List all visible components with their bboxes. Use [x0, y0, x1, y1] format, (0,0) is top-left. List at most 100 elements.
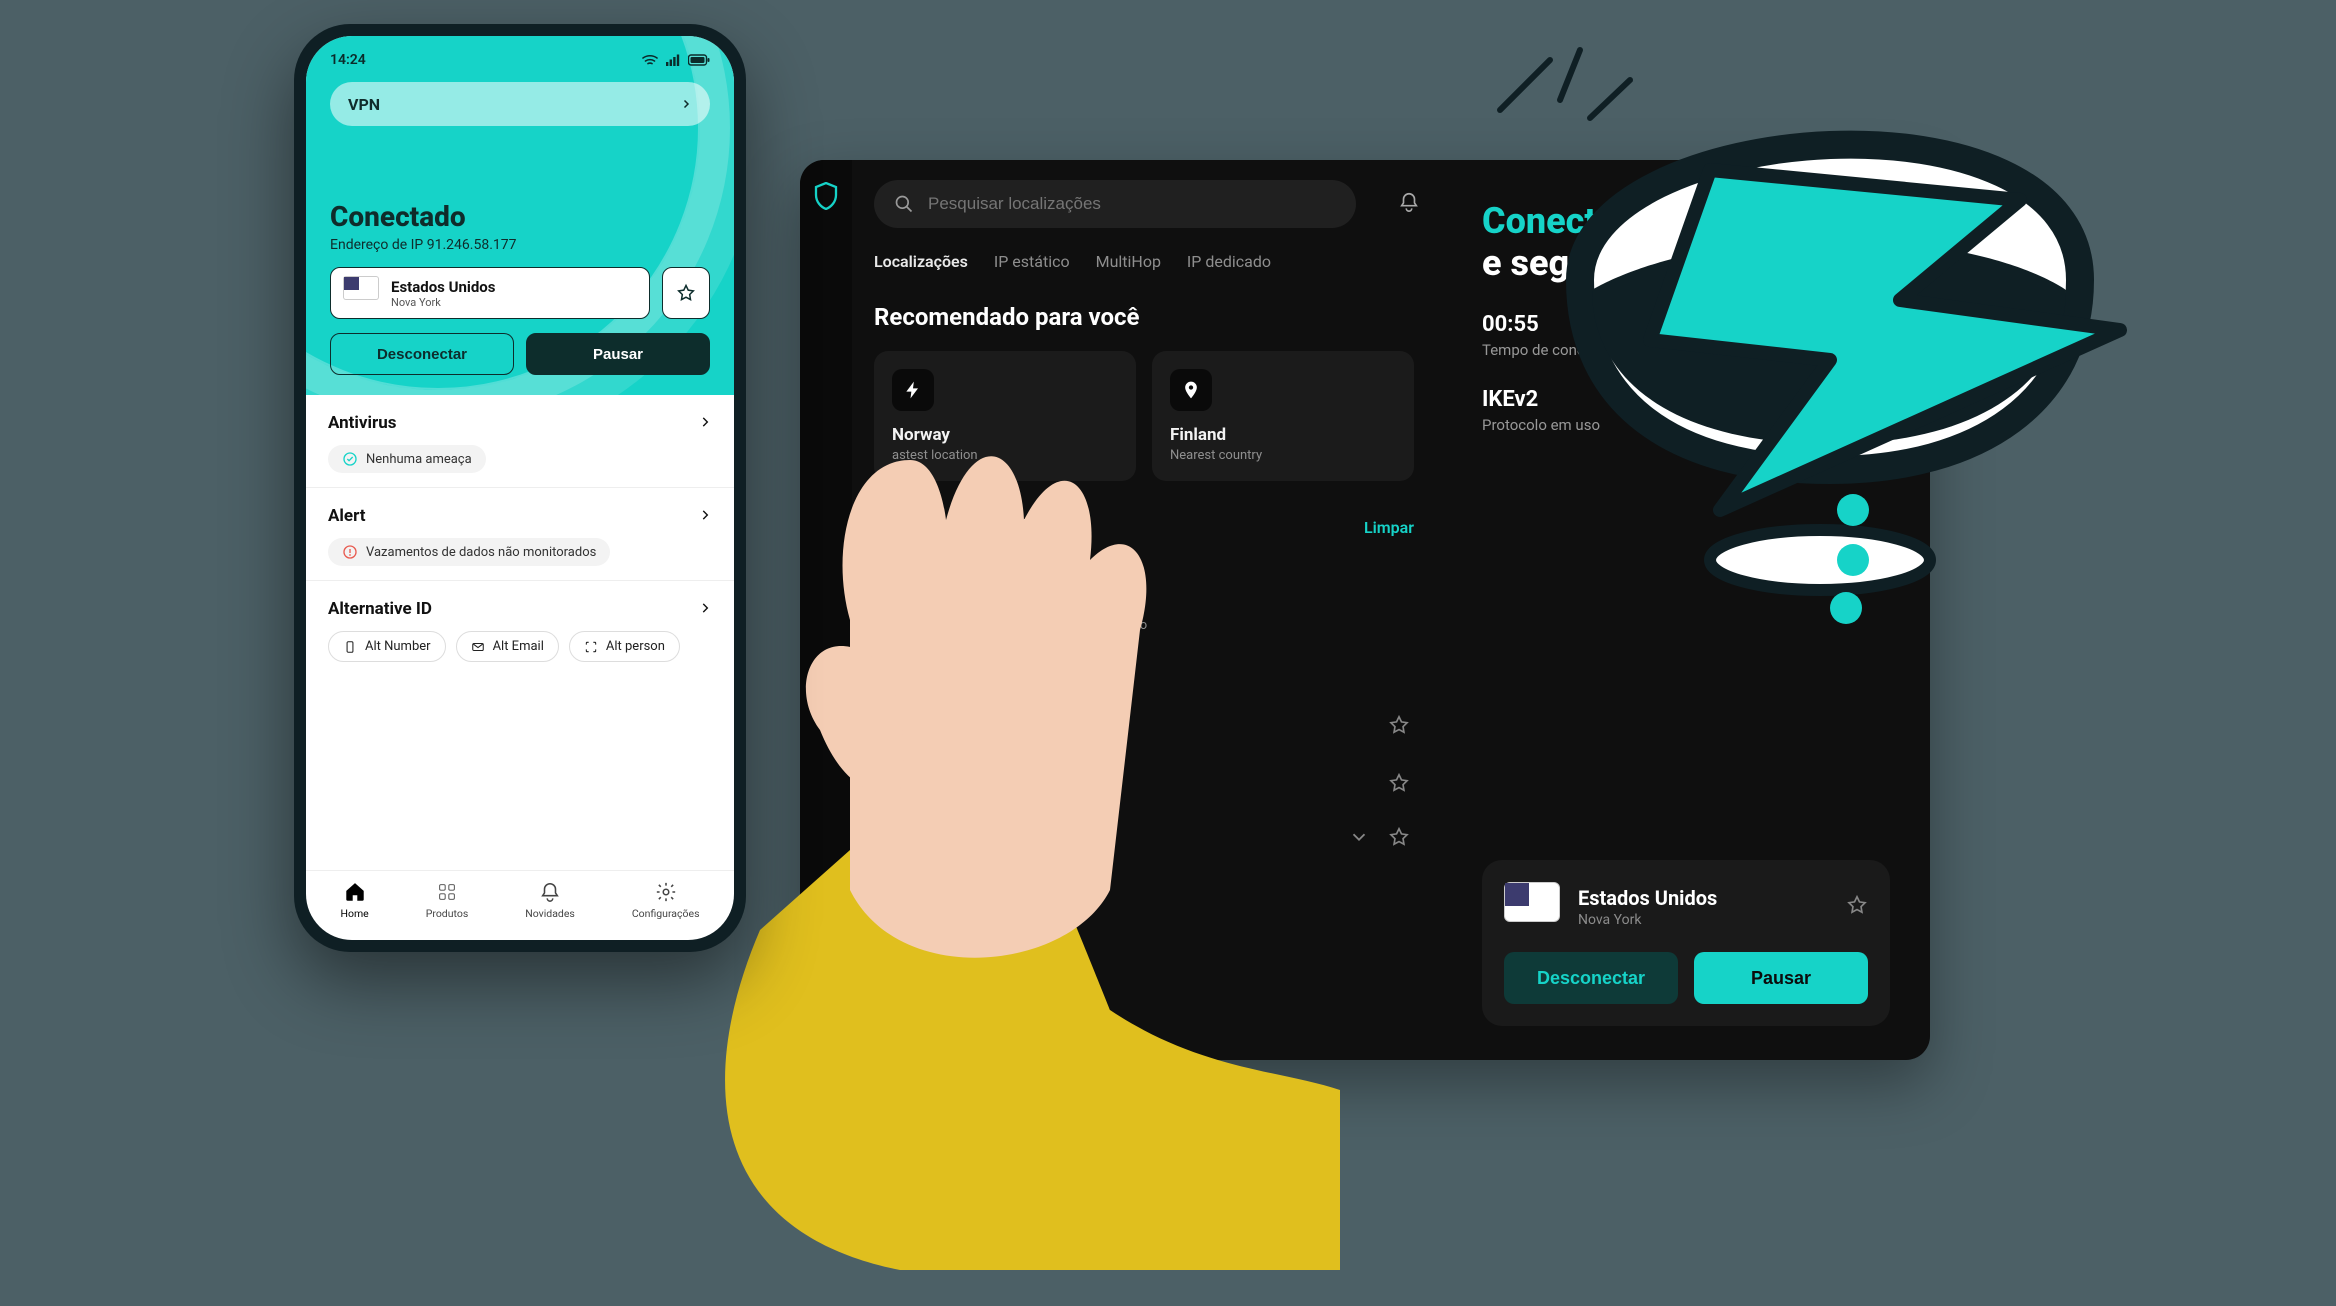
- tab-label: Novidades: [525, 907, 575, 920]
- connected-title-2: e seguro: [1482, 242, 1890, 284]
- chip-label: Alt Email: [493, 639, 544, 654]
- check-circle-icon: [342, 451, 358, 467]
- rec-title: Norway: [892, 425, 1118, 445]
- section-alert[interactable]: Alert Vazamentos de dados não monitorado…: [306, 488, 734, 581]
- tab-label: Home: [340, 907, 368, 920]
- tab-locations[interactable]: Localizações: [874, 252, 968, 271]
- chip-alt-persona[interactable]: Alt person: [569, 631, 680, 662]
- chevron-right-icon: [698, 414, 712, 433]
- location-sub: o virtual: [878, 778, 924, 793]
- chevron-down-icon[interactable]: [1348, 826, 1370, 852]
- tab-label: Configurações: [632, 907, 700, 920]
- flag-us-icon: [1504, 882, 1560, 922]
- status-bar: 14:24: [330, 52, 710, 68]
- section-antivirus[interactable]: Antivirus Nenhuma ameaça: [306, 395, 734, 488]
- disconnect-button[interactable]: Desconectar: [330, 333, 514, 375]
- recent-heading: do recentemente: [874, 515, 1042, 540]
- chip-alt-email[interactable]: Alt Email: [456, 631, 559, 662]
- search-icon: [894, 194, 914, 214]
- locations-heading: ções: [874, 671, 1414, 696]
- clear-button[interactable]: Limpar: [1364, 518, 1414, 537]
- connection-time-label: Tempo de conexão: [1482, 341, 1890, 359]
- recent-sub: Queretaro: [983, 618, 1040, 633]
- search-input[interactable]: [874, 180, 1356, 228]
- chevron-right-icon: [698, 507, 712, 526]
- location-row[interactable]: o virtual: [874, 758, 1414, 812]
- scan-icon: [584, 640, 598, 654]
- recent-name: México: [983, 598, 1040, 616]
- vpn-label: VPN: [348, 95, 380, 114]
- server-country: Estados Unidos: [391, 278, 495, 296]
- chip-label: Alt Number: [365, 639, 431, 654]
- server-card[interactable]: Estados Unidos Nova York: [330, 267, 650, 319]
- connected-title-1: Conectado: [1482, 200, 1890, 242]
- chevron-right-icon: [680, 98, 692, 110]
- alert-status-text: Vazamentos de dados não monitorados: [366, 545, 596, 560]
- tab-static-ip[interactable]: IP estático: [994, 252, 1070, 271]
- alert-heading: Alert: [328, 506, 366, 526]
- recent-item-cl[interactable]: Chile Santiago: [1096, 562, 1147, 633]
- location-name: o Sul: [878, 710, 913, 729]
- phone-connected-title: Conectado: [330, 200, 710, 233]
- star-icon[interactable]: [1846, 894, 1868, 920]
- rec-subtitle: Nearest country: [1170, 448, 1396, 463]
- chip-label: Alt person: [606, 639, 665, 654]
- info-circle-icon: [342, 544, 358, 560]
- shield-icon[interactable]: [814, 182, 838, 214]
- pause-button[interactable]: Pausar: [1694, 952, 1868, 1004]
- phone-screen: 14:24 VPN Conectado Endereço de IP 91.24…: [306, 36, 734, 940]
- star-icon[interactable]: [1388, 772, 1410, 798]
- protocol: IKEv2: [1482, 387, 1890, 412]
- tab-settings[interactable]: Configurações: [632, 881, 700, 920]
- star-icon[interactable]: [1388, 826, 1410, 852]
- current-server-card: Estados Unidos Nova York Desconectar Pau…: [1482, 860, 1890, 1026]
- altid-heading: Alternative ID: [328, 599, 432, 619]
- tab-dedicated[interactable]: IP dedicado: [1187, 252, 1271, 271]
- location-row[interactable]: o Sul burgo: [874, 696, 1414, 758]
- tab-label: Produtos: [426, 907, 469, 920]
- chevron-right-icon: [698, 600, 712, 619]
- server-city: Nova York: [1578, 912, 1828, 928]
- recent-name: Unidos: [880, 598, 927, 616]
- recommended-heading: Recomendado para você: [874, 303, 1414, 331]
- phone-body: Antivirus Nenhuma ameaça Alert: [306, 395, 734, 870]
- flag-cl-icon: [1096, 562, 1132, 588]
- location-row[interactable]: [874, 812, 1414, 866]
- disconnect-button[interactable]: Desconectar: [1504, 952, 1678, 1004]
- recent-item-us[interactable]: Unidos: [880, 562, 927, 633]
- section-alt-id[interactable]: Alternative ID Alt Number Alt Email Alt …: [306, 581, 734, 676]
- mail-icon: [471, 640, 485, 654]
- protocol-label: Protocolo em uso: [1482, 416, 1890, 434]
- phone-hero: 14:24 VPN Conectado Endereço de IP 91.24…: [306, 36, 734, 395]
- vpn-pill[interactable]: VPN: [330, 82, 710, 126]
- rec-card-norway[interactable]: Norway astest location: [874, 351, 1136, 481]
- rec-card-finland[interactable]: Finland Nearest country: [1152, 351, 1414, 481]
- recent-item-mx[interactable]: México Queretaro: [983, 562, 1040, 633]
- rec-title: Finland: [1170, 425, 1396, 445]
- tab-home[interactable]: Home: [340, 881, 368, 920]
- battery-icon: [688, 54, 710, 66]
- flag-mx-icon: [983, 562, 1019, 588]
- bolt-icon: [892, 369, 934, 411]
- tab-multihop[interactable]: MultiHop: [1096, 252, 1161, 271]
- desktop-status-panel: Conectado e seguro 00:55 Tempo de conexã…: [1442, 160, 1930, 1060]
- favorite-button[interactable]: [662, 267, 710, 319]
- phone-ip-line: Endereço de IP 91.246.58.177: [330, 237, 710, 253]
- tab-products[interactable]: Produtos: [426, 881, 469, 920]
- flag-us-icon: [343, 276, 379, 300]
- wifi-icon: [642, 54, 658, 66]
- pause-button[interactable]: Pausar: [526, 333, 710, 375]
- status-time: 14:24: [330, 52, 366, 68]
- desktop-sidebar: [800, 160, 852, 1060]
- tab-news[interactable]: Novidades: [525, 881, 575, 920]
- desktop-window: Localizações IP estático MultiHop IP ded…: [800, 160, 1930, 1060]
- bell-icon[interactable]: [1398, 190, 1420, 218]
- rec-subtitle: astest location: [892, 448, 1118, 463]
- chip-alt-number[interactable]: Alt Number: [328, 631, 446, 662]
- search-field[interactable]: [928, 194, 1336, 214]
- star-icon[interactable]: [1388, 714, 1410, 740]
- phone-icon: [343, 640, 357, 654]
- tabs: Localizações IP estático MultiHop IP ded…: [874, 252, 1414, 271]
- phone-frame: 14:24 VPN Conectado Endereço de IP 91.24…: [294, 24, 746, 952]
- antivirus-heading: Antivirus: [328, 413, 397, 433]
